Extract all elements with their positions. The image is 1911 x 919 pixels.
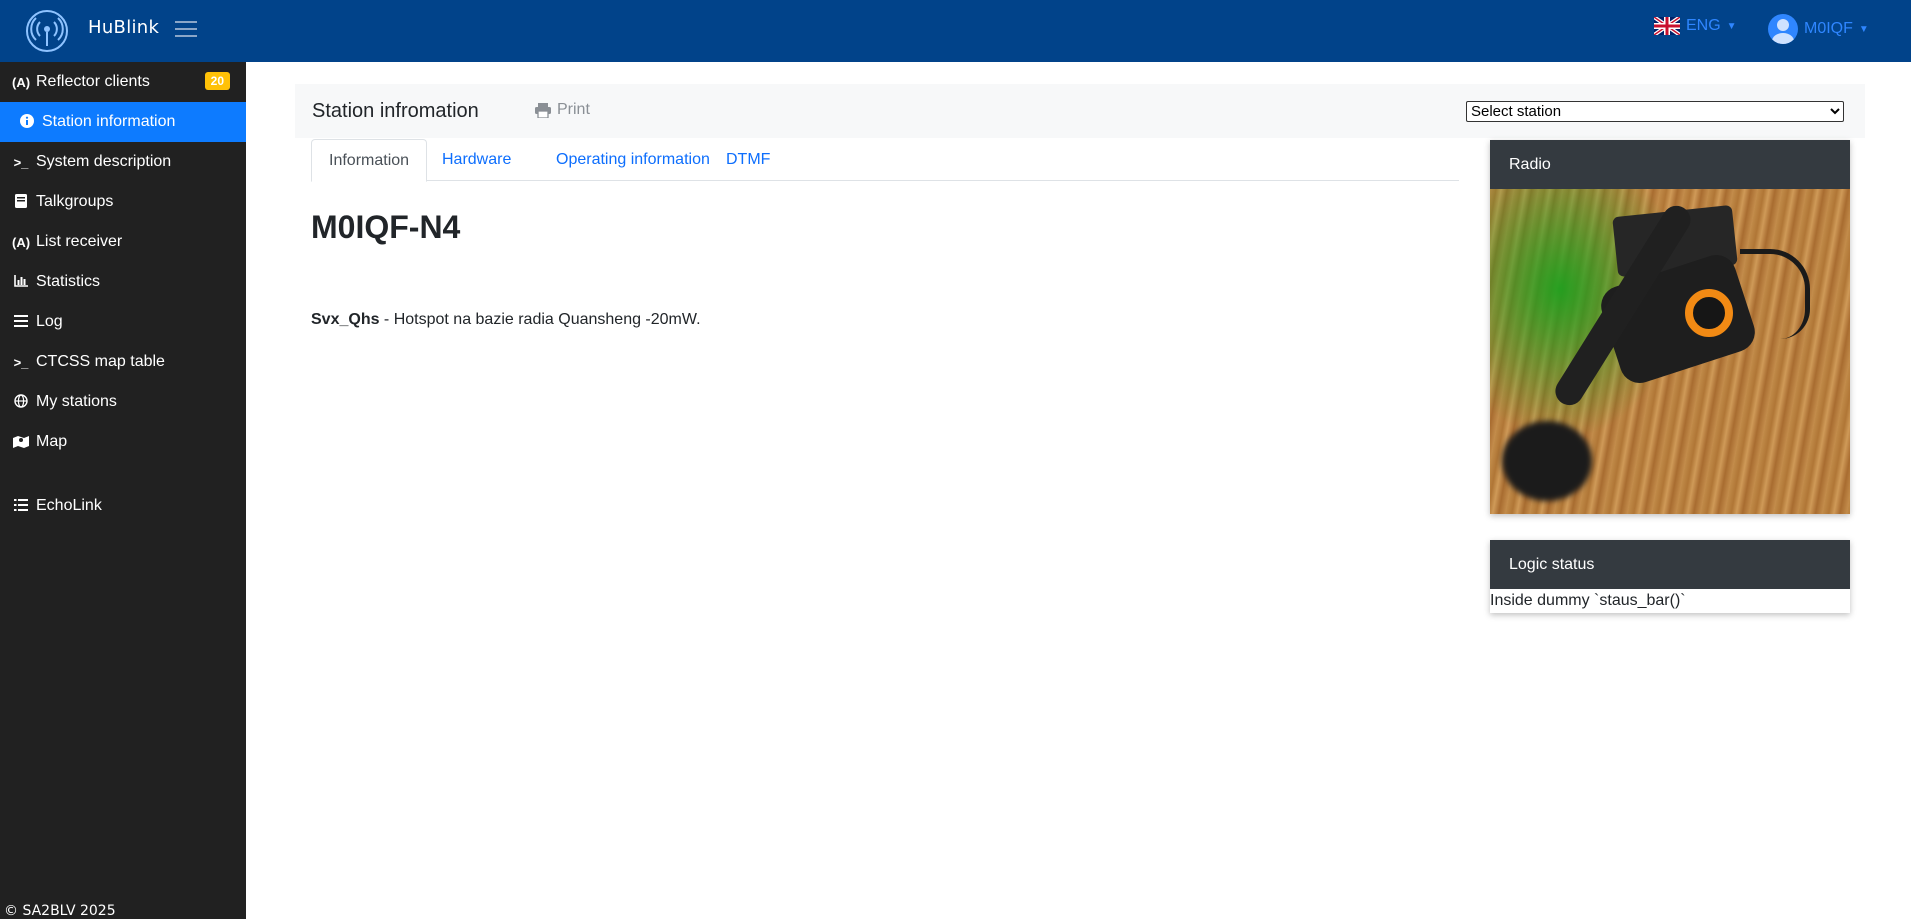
sidebar-item-label: CTCSS map table [36, 353, 165, 370]
sidebar-item-label: Station information [42, 113, 176, 130]
sidebar: (A) Reflector clients 20 Station informa… [0, 62, 246, 919]
station-description: Svx_Qhs - Hotspot na bazie radia Quanshe… [311, 311, 701, 329]
sidebar-item-list-receiver[interactable]: (A) List receiver [0, 222, 246, 262]
sidebar-item-label: My stations [36, 393, 117, 410]
sidebar-item-my-stations[interactable]: My stations [0, 382, 246, 422]
antenna-icon: (A) [12, 234, 31, 250]
page-title: Station infromation [312, 100, 479, 122]
tab-dtmf[interactable]: DTMF [709, 139, 787, 181]
sidebar-item-station-information[interactable]: Station information [0, 102, 246, 142]
radio-card: Radio [1490, 140, 1850, 514]
avatar-icon [1768, 14, 1798, 44]
bar-chart-icon [12, 274, 30, 290]
globe-icon [12, 393, 30, 411]
sidebar-item-reflector-clients[interactable]: (A) Reflector clients 20 [0, 62, 246, 102]
station-select[interactable]: Select station [1466, 101, 1844, 122]
sidebar-item-label: EchoLink [36, 497, 102, 514]
print-icon [535, 102, 551, 118]
sidebar-item-ctcss-map-table[interactable]: >_ CTCSS map table [0, 342, 246, 382]
sidebar-item-label: Log [36, 313, 63, 330]
tab-hardware[interactable]: Hardware [425, 139, 528, 181]
sidebar-item-echolink[interactable]: EchoLink [0, 486, 246, 526]
antenna-icon: (A) [12, 74, 31, 90]
tab-operating-information[interactable]: Operating information [539, 139, 727, 181]
info-icon [18, 113, 36, 131]
tab-information[interactable]: Information [311, 139, 428, 182]
station-header: Station infromation Print Select station [295, 84, 1865, 138]
sidebar-item-label: Talkgroups [36, 193, 114, 210]
sidebar-item-label: Statistics [36, 273, 101, 290]
top-navbar: HuBlink ENG ▼ M0IQF ▼ [0, 0, 1911, 62]
count-badge: 20 [204, 72, 230, 90]
hublink-logo-icon[interactable] [26, 10, 68, 52]
uk-flag-icon [1654, 17, 1680, 35]
user-dropdown[interactable]: M0IQF ▼ [1768, 14, 1869, 44]
sidebar-item-map[interactable]: Map [0, 422, 246, 462]
description-text: - Hotspot na bazie radia Quansheng -20mW… [379, 311, 701, 328]
map-icon [12, 434, 30, 451]
brand-name[interactable]: HuBlink [88, 17, 159, 38]
sidebar-item-log[interactable]: Log [0, 302, 246, 342]
language-dropdown[interactable]: ENG ▼ [1654, 17, 1737, 35]
sidebar-item-label: Reflector clients [36, 73, 150, 90]
radio-card-title: Radio [1490, 140, 1850, 189]
system-name: Svx_Qhs [311, 311, 380, 328]
language-label: ENG [1686, 17, 1721, 34]
user-name: M0IQF [1804, 20, 1853, 37]
list-ul-icon [12, 498, 30, 514]
sidebar-item-system-description[interactable]: >_ System description [0, 142, 246, 182]
terminal-icon: >_ [13, 354, 29, 370]
sidebar-item-talkgroups[interactable]: Talkgroups [0, 182, 246, 222]
print-button[interactable]: Print [535, 101, 590, 119]
list-icon [12, 314, 30, 330]
sidebar-item-label: List receiver [36, 233, 123, 250]
station-callsign: M0IQF-N4 [311, 209, 461, 245]
sidebar-item-label: Map [36, 433, 68, 450]
radio-photo [1490, 189, 1850, 514]
logic-status-text: Inside dummy `staus_bar()` [1490, 592, 1686, 609]
copyright: © SA2BLV 2025 [4, 903, 116, 919]
sidebar-item-statistics[interactable]: Statistics [0, 262, 246, 302]
tab-bar: Information Hardware Operating informati… [311, 139, 1459, 182]
caret-down-icon: ▼ [1726, 20, 1737, 32]
book-icon [12, 193, 30, 211]
logic-status-title: Logic status [1490, 540, 1850, 589]
terminal-icon: >_ [13, 154, 29, 170]
menu-toggle-icon[interactable] [175, 21, 197, 39]
caret-down-icon: ▼ [1858, 23, 1869, 35]
print-label: Print [557, 101, 590, 118]
logic-status-card: Logic status Inside dummy `staus_bar()` [1490, 540, 1850, 613]
sidebar-item-label: System description [36, 153, 172, 170]
